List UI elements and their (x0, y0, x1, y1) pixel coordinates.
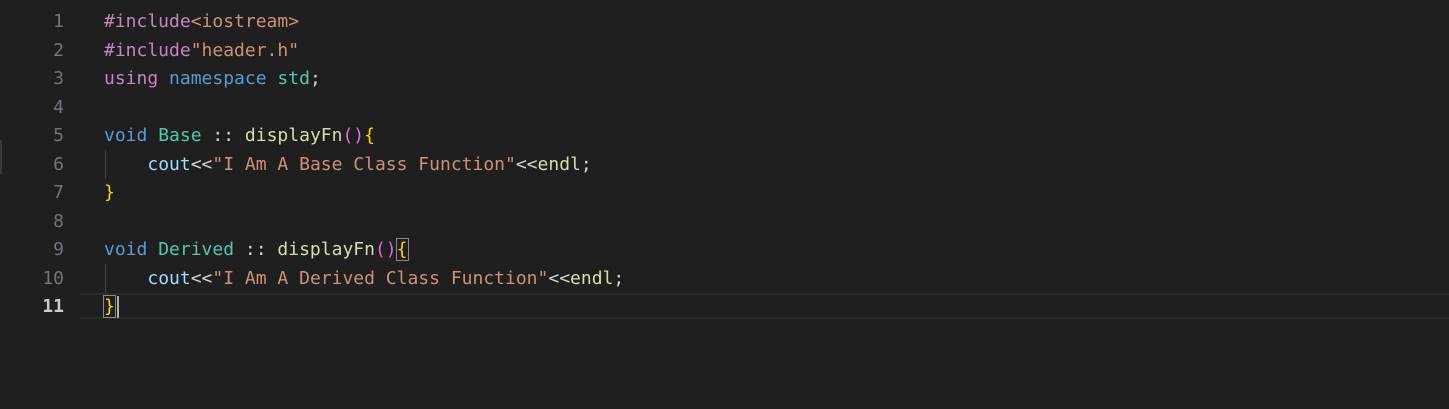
line-number: 3 (53, 68, 64, 89)
code-token: () (374, 239, 397, 260)
code-editor[interactable]: 1 2 3 4 5 6 7 8 9 10 11 #include<iostream> #include… (0, 0, 1449, 409)
code-token: endl (570, 267, 614, 289)
code-line[interactable]: #include"header.h" (104, 37, 1449, 66)
code-line[interactable]: void Derived :: displayFn(){ (104, 236, 1449, 265)
code-line[interactable] (104, 208, 1449, 237)
code-token: << (190, 153, 213, 175)
code-token: () (342, 125, 365, 146)
code-token: "header.h" (190, 39, 300, 61)
code-line[interactable]: } (103, 293, 1449, 322)
code-token: ; (613, 267, 625, 289)
code-line[interactable]: #include<iostream> (104, 8, 1449, 37)
code-token: void (104, 239, 148, 260)
code-token: namespace (169, 68, 267, 89)
line-number: 8 (53, 210, 64, 232)
code-token: "I Am A Derived Class Function" (212, 267, 549, 289)
text-cursor (117, 296, 119, 318)
code-token: Base (158, 125, 202, 146)
line-number: 10 (42, 267, 64, 289)
code-line[interactable]: using namespace std; (104, 65, 1449, 94)
code-token: displayFn (277, 239, 375, 260)
code-token: { (395, 238, 409, 261)
code-token: :: (201, 125, 245, 146)
code-token: #include (104, 11, 191, 32)
line-number-gutter: 1 2 3 4 5 6 7 8 9 10 11 (0, 0, 80, 409)
line-number: 2 (53, 39, 64, 61)
code-token: std (277, 68, 310, 89)
code-line[interactable]: cout<<"I Am A Derived Class Function"<<e… (104, 265, 1449, 294)
code-token: displayFn (244, 125, 343, 146)
code-token: cout (147, 153, 191, 175)
code-token: cout (147, 267, 191, 289)
code-token: ; (309, 68, 321, 89)
line-number: 5 (53, 125, 64, 146)
code-token: << (515, 153, 538, 175)
code-token: :: (234, 239, 278, 260)
line-number: 1 (53, 11, 64, 32)
line-number: 6 (53, 153, 64, 175)
line-number: 9 (53, 239, 64, 260)
code-token: "I Am A Base Class Function" (212, 153, 516, 175)
code-token: Derived (158, 239, 235, 260)
code-line[interactable]: void Base :: displayFn(){ (104, 122, 1449, 151)
code-token: <iostream> (190, 11, 300, 32)
code-token: << (548, 267, 571, 289)
code-token: { (364, 125, 375, 146)
code-line[interactable] (104, 94, 1449, 123)
code-line[interactable]: } (104, 179, 1449, 208)
code-token: } (104, 182, 115, 203)
line-number: 11 (42, 296, 64, 317)
code-token: ; (580, 153, 592, 175)
code-area[interactable]: #include<iostream> #include"header.h" usin… (103, 0, 1449, 409)
code-line[interactable]: cout<<"I Am A Base Class Function"<<endl… (104, 151, 1449, 180)
code-token: endl (537, 153, 581, 175)
line-number: 7 (53, 182, 64, 203)
code-token: void (104, 125, 148, 146)
code-token: #include (104, 39, 191, 61)
code-token: using (104, 68, 159, 89)
code-token: << (190, 267, 213, 289)
code-token: } (103, 295, 116, 318)
line-number: 4 (53, 96, 64, 118)
